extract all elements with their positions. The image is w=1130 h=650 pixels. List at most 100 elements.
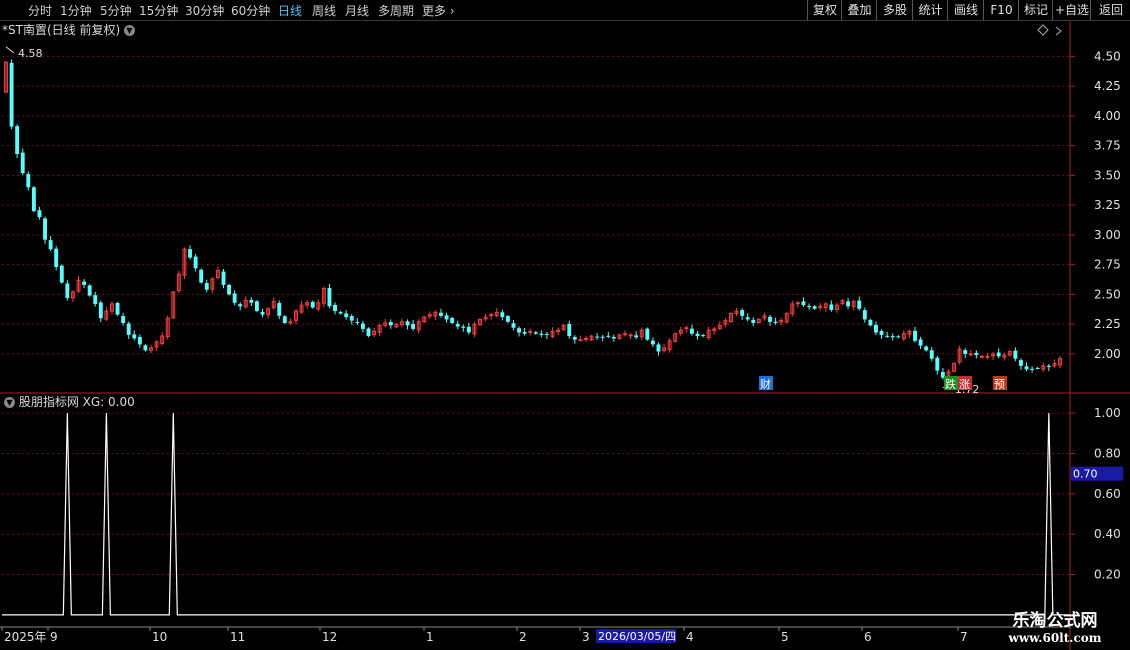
time-tick-label: 4 <box>686 630 694 644</box>
tab-timeframe-6[interactable]: 日线 <box>278 2 302 19</box>
candle-body-down <box>963 350 968 354</box>
candle-body-down <box>82 281 87 285</box>
candle-body-down <box>388 322 393 326</box>
tab-timeframe-8[interactable]: 月线 <box>345 2 369 19</box>
candle-body-down <box>1030 368 1035 370</box>
chevron-down-icon[interactable]: ▼ <box>123 25 135 36</box>
candle-body-down <box>517 328 522 333</box>
candle-body-down <box>255 301 259 312</box>
candle-body-down <box>31 187 36 212</box>
chart-title: *ST南置(日线 前复权) ▼ <box>2 21 135 38</box>
toolbar-button-6[interactable]: 标记 <box>1018 0 1053 20</box>
xg-signal-line <box>2 413 1070 616</box>
candle-body-down <box>862 310 867 320</box>
tab-timeframe-7[interactable]: 周线 <box>312 2 336 19</box>
candle-body-down <box>913 330 917 341</box>
price-tick-label: 4.50 <box>1094 49 1121 63</box>
candle-body-down <box>260 312 265 315</box>
tab-timeframe-0[interactable]: 分时 <box>28 2 52 19</box>
toolbar-button-2[interactable]: 多股 <box>876 0 913 20</box>
candle-body-down <box>87 285 92 296</box>
candle-body-up <box>489 314 494 317</box>
crosshair-date-label: 2026/03/05/四 <box>598 630 676 643</box>
price-tick-label: 3.25 <box>1094 198 1121 212</box>
candle-body-down <box>466 326 471 333</box>
candle-body-down <box>879 331 884 335</box>
candle-body-down <box>238 304 243 307</box>
candle-body-down <box>812 306 817 309</box>
time-tick-label: 5 <box>781 630 789 644</box>
time-tick-label: 12 <box>322 630 337 644</box>
candle-body-down <box>204 282 209 290</box>
candle-body-down <box>455 323 460 327</box>
kline-chart[interactable]: 2.00 2.25 2.50 2.75 3.00 3.25 3.50 3.75 4.00 4.25… <box>0 21 1130 650</box>
toolbar-button-4[interactable]: 画线 <box>947 0 984 20</box>
candle-body-down <box>327 287 332 307</box>
candle-body-down <box>533 332 538 334</box>
candle-body-up <box>288 321 293 324</box>
tab-timeframe-10[interactable]: 更多 › <box>422 2 455 19</box>
candle-body-down <box>360 323 365 329</box>
chevron-down-icon[interactable]: ▼ <box>4 397 15 408</box>
candle-body-down <box>333 304 337 312</box>
event-marker-label: 跌 <box>945 377 956 391</box>
diamond-icon <box>1037 24 1049 36</box>
candle-body-down <box>935 357 940 371</box>
candle-body-down <box>801 301 806 306</box>
indicator-tick-label: 1.00 <box>1094 406 1121 420</box>
tab-timeframe-3[interactable]: 15分钟 <box>139 2 178 19</box>
tab-timeframe-1[interactable]: 1分钟 <box>60 2 92 19</box>
candle-body-up <box>985 355 990 358</box>
candle-body-down <box>539 333 544 335</box>
candle-body-down <box>193 256 198 269</box>
candle-body-down <box>600 336 605 338</box>
candle-body-down <box>544 333 549 335</box>
candle-body-down <box>890 336 895 338</box>
event-marker-label: 预 <box>994 378 1005 391</box>
candle-body-up <box>979 355 984 358</box>
toolbar-button-7[interactable]: +自选 <box>1052 0 1091 20</box>
tab-timeframe-9[interactable]: 多周期 <box>378 2 414 19</box>
price-tick-label: 4.00 <box>1094 109 1121 123</box>
indicator-current-value: 0.70 <box>1073 468 1098 481</box>
candle-body-down <box>249 299 254 303</box>
candle-body-down <box>606 335 611 337</box>
candle-body-down <box>355 322 360 324</box>
watermark-url: www.60lt.com <box>1008 631 1102 645</box>
candle-body-down <box>751 319 756 323</box>
candle-body-down <box>1035 367 1040 369</box>
candle-body-down <box>277 302 282 316</box>
candle-body-down <box>199 269 204 283</box>
period-toolbar: 分时 1分钟 5分钟 15分钟 30分钟 60分钟 日线 周线 月线 多周期 更多 › 复权 叠加 多股统… <box>0 0 1130 21</box>
candle-body-down <box>232 293 237 303</box>
tab-timeframe-2[interactable]: 5分钟 <box>100 2 132 19</box>
tab-timeframe-5[interactable]: 60分钟 <box>231 2 270 19</box>
candle-body-down <box>9 62 14 127</box>
time-tick-label: 7 <box>960 630 968 644</box>
indicator-tick-label: 0.60 <box>1094 487 1121 501</box>
toolbar-button-3[interactable]: 统计 <box>912 0 948 20</box>
candle-body-down <box>701 335 706 337</box>
candle-body-down <box>974 352 979 356</box>
tab-timeframe-4[interactable]: 30分钟 <box>185 2 224 19</box>
candle-body-down <box>645 328 650 340</box>
price-tick-label: 2.75 <box>1094 258 1121 272</box>
toolbar-button-1[interactable]: 叠加 <box>841 0 877 20</box>
candle-body-down <box>344 313 349 318</box>
candle-body-down <box>444 315 449 320</box>
candle-body-down <box>829 304 834 310</box>
candle-body-up <box>795 302 800 305</box>
event-marker-label: 涨 <box>959 378 970 391</box>
toolbar-button-5[interactable]: F10 <box>983 0 1019 20</box>
candle-body-down <box>511 323 516 328</box>
candle-body-down <box>924 346 929 351</box>
candle-body-down <box>740 310 745 316</box>
time-tick-label: 2 <box>519 630 527 644</box>
candle-body-down <box>656 344 661 352</box>
candle-body-up <box>578 339 583 342</box>
candle-body-down <box>143 345 148 351</box>
toolbar-button-0[interactable]: 复权 <box>807 0 842 20</box>
toolbar-button-8[interactable]: 返回 <box>1090 0 1130 20</box>
candle-body-down <box>689 328 694 334</box>
price-tick-label: 2.25 <box>1094 317 1121 331</box>
